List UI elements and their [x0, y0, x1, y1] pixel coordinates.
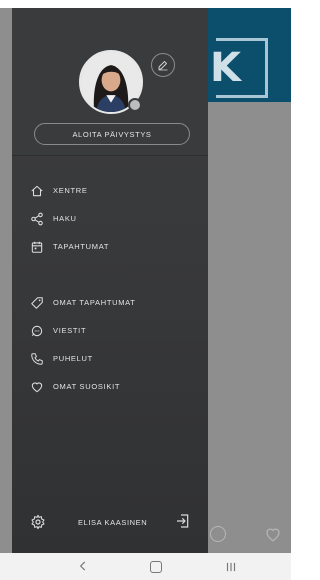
home-button-icon[interactable] — [150, 561, 162, 573]
logout-icon[interactable] — [175, 513, 191, 529]
menu-item-omat-tapahtumat[interactable]: OMAT TAPAHTUMAT — [12, 292, 208, 314]
heart-icon — [264, 525, 282, 543]
menu-item-tapahtumat[interactable]: TAPAHTUMAT — [12, 236, 208, 258]
back-icon[interactable] — [76, 559, 90, 573]
background-bottom-icons — [208, 520, 291, 550]
menu-item-label: TAPAHTUMAT — [53, 242, 110, 251]
pencil-icon — [157, 59, 169, 71]
menu-item-omat-suosikit[interactable]: OMAT SUOSIKIT — [12, 376, 208, 398]
menu-item-label: PUHELUT — [53, 354, 93, 363]
chat-icon — [30, 324, 44, 338]
brand-logo: K — [210, 45, 241, 91]
menu-item-label: VIESTIT — [53, 326, 87, 335]
menu-item-haku[interactable]: HAKU — [12, 208, 208, 230]
menu-item-puhelut[interactable]: PUHELUT — [12, 348, 208, 370]
navigation-drawer: ALOITA PÄIVYSTYS XENTRE HAKU TAPAHTUMAT … — [12, 8, 208, 553]
edit-profile-button[interactable] — [151, 53, 175, 77]
tag-icon — [30, 296, 44, 310]
chat-icon — [210, 526, 226, 542]
phone-icon — [30, 352, 44, 366]
menu-item-label: HAKU — [53, 214, 77, 223]
share-icon — [30, 212, 44, 226]
menu-item-label: XENTRE — [53, 186, 88, 195]
brand-banner: K — [208, 8, 291, 102]
system-navigation-bar — [0, 553, 291, 580]
status-bar — [0, 0, 291, 8]
menu-item-label: OMAT SUOSIKIT — [53, 382, 121, 391]
drawer-footer: ELISA KAASINEN — [12, 508, 208, 538]
recent-apps-icon[interactable] — [224, 560, 238, 574]
gear-icon[interactable] — [30, 514, 46, 530]
home-icon — [30, 184, 44, 198]
presence-status-dot — [128, 98, 142, 112]
calendar-icon — [30, 240, 44, 254]
user-name: ELISA KAASINEN — [78, 518, 148, 527]
menu-item-viestit[interactable]: VIESTIT — [12, 320, 208, 342]
start-shift-button[interactable]: ALOITA PÄIVYSTYS — [34, 123, 190, 145]
menu-item-xentre[interactable]: XENTRE — [12, 180, 208, 202]
profile-section: ALOITA PÄIVYSTYS — [12, 8, 208, 156]
heart-icon — [30, 380, 44, 394]
menu-item-label: OMAT TAPAHTUMAT — [53, 298, 136, 307]
